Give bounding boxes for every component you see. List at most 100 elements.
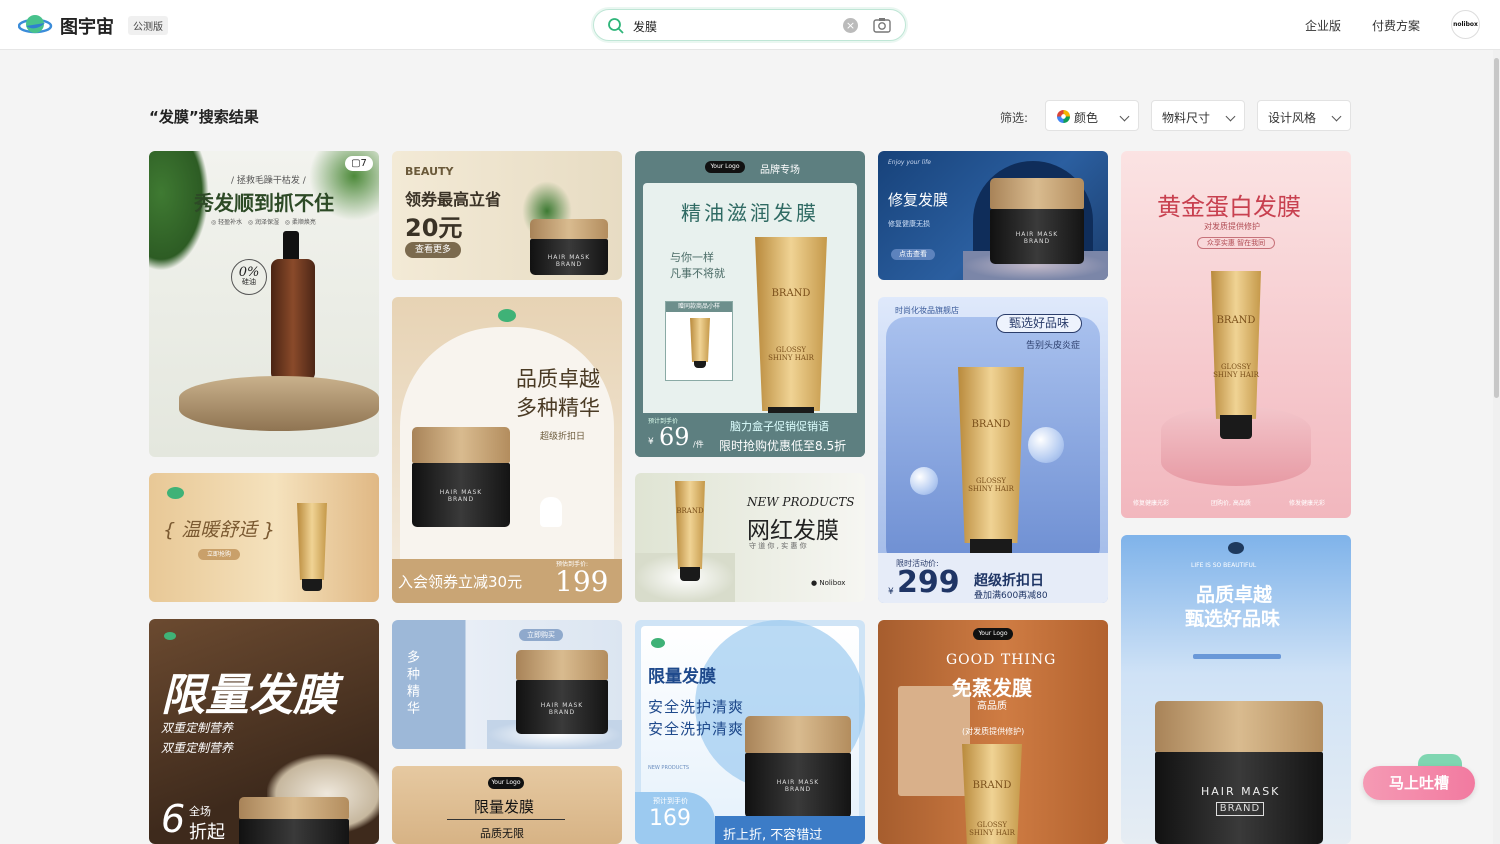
card-discount: 6 bbox=[161, 797, 186, 841]
page-count-badge: ▢7 bbox=[345, 156, 373, 171]
card-price: 20元 bbox=[405, 214, 463, 242]
template-card[interactable]: ▢7 / 拯救毛躁干枯发 / 秀发顺到抓不住 ◎ 轻盈补水 ◎ 润泽保湿 ◎ 柔… bbox=[149, 151, 379, 457]
planet-logo-icon[interactable] bbox=[18, 12, 54, 38]
product-tube: BRAND bbox=[675, 481, 705, 581]
card-title: 限量发膜 bbox=[648, 667, 716, 687]
template-card[interactable]: 多种精华 立即购买 HAIR MASK BRAND bbox=[392, 620, 622, 749]
card-tag: / 拯救毛躁干枯发 / bbox=[231, 176, 306, 186]
color-wheel-icon bbox=[1057, 110, 1070, 123]
jar-label: HAIR MASK bbox=[1201, 785, 1281, 798]
card-en: GOOD THING bbox=[946, 652, 1057, 668]
vase-decoration bbox=[540, 497, 562, 527]
nav-pricing[interactable]: 付费方案 bbox=[1372, 17, 1420, 34]
card-logo: Your Logo bbox=[705, 161, 745, 173]
card-subtitle: 修复健康无损 bbox=[888, 220, 930, 228]
template-card[interactable]: 限量发膜 双重定制营养 双重定制营养 6 全场 折起 bbox=[149, 619, 379, 844]
card-note: (对发质提供修护) bbox=[962, 727, 1025, 736]
card-logo: Your Logo bbox=[488, 777, 524, 789]
feedback-button[interactable]: 马上吐槽 bbox=[1363, 766, 1475, 800]
card-deal-sub: 叠加满600再减80 bbox=[974, 591, 1048, 601]
card-promo: 脑力盒子促销促销语 bbox=[730, 420, 829, 433]
avatar[interactable]: nolibox bbox=[1451, 10, 1480, 39]
card-vertical-title: 多种精华 bbox=[404, 650, 419, 718]
template-card[interactable]: 限量发膜 安全洗护清爽 安全洗护清爽 NEW PRODUCTS HAIR MAS… bbox=[635, 620, 865, 844]
card-features: ◎ 轻盈补水 ◎ 润泽保湿 ◎ 柔顺焕亮 bbox=[211, 219, 316, 226]
card-title: 限量发膜 bbox=[474, 798, 535, 816]
card-subtitle: 安全洗护清爽 bbox=[648, 720, 745, 738]
product-tube bbox=[297, 503, 327, 591]
product-tube: BRAND GLOSSY SHINY HAIR bbox=[755, 237, 827, 435]
card-promo: 入会领券立减30元 bbox=[398, 573, 523, 591]
template-card[interactable]: 品质卓越 多种精华 超级折扣日 HAIR MASK BRAND 入会领券立减30元… bbox=[392, 297, 622, 603]
card-title: 秀发顺到抓不住 bbox=[194, 191, 334, 215]
card-subtitle: 凡事不将就 bbox=[670, 267, 725, 280]
buy-button: 立即抢购 bbox=[198, 549, 240, 560]
camera-icon[interactable] bbox=[873, 17, 891, 33]
card-price: 199 bbox=[555, 565, 609, 598]
filter-color-dropdown[interactable]: 颜色 bbox=[1045, 100, 1139, 131]
stone-pedestal bbox=[179, 376, 379, 431]
card-price: 69 bbox=[659, 423, 690, 451]
card-title: 精油滋润发膜 bbox=[681, 201, 819, 225]
price-label: 预计到手价 bbox=[653, 797, 688, 805]
card-subtitle: 高品质 bbox=[977, 701, 1007, 712]
buy-button: 立即购买 bbox=[519, 629, 563, 641]
planet-logo-icon bbox=[651, 638, 665, 648]
planet-logo-icon bbox=[1228, 542, 1244, 554]
template-card[interactable]: BRAND NEW PRODUCTS 网红发膜 守 道 你 , 实 惠 你 ● … bbox=[635, 473, 865, 602]
card-title: 品质卓越 bbox=[1196, 584, 1273, 606]
brand-name[interactable]: 图宇宙 bbox=[60, 13, 114, 39]
product-tube: BRAND GLOSSY SHINY HAIR bbox=[1211, 271, 1261, 439]
card-tag: 品牌专场 bbox=[760, 165, 800, 176]
jar-label: HAIR MASK BRAND bbox=[547, 253, 591, 268]
jar-brand-label: BRAND bbox=[1216, 802, 1264, 816]
template-card[interactable]: Enjoy your life 修复发膜 修复健康无损 点击查看 HAIR MA… bbox=[878, 151, 1108, 280]
filter-label: 筛选: bbox=[1000, 111, 1029, 125]
template-card[interactable]: Your Logo 品牌专场 精油滋润发膜 与你一样 凡事不将就 赠同款商品小样… bbox=[635, 151, 865, 457]
planet-logo-icon bbox=[167, 487, 184, 499]
card-subtitle: 安全洗护清爽 bbox=[648, 698, 745, 716]
pump-icon bbox=[283, 231, 299, 259]
search-box[interactable]: 发膜 × bbox=[593, 9, 906, 41]
filter-size-dropdown[interactable]: 物料尺寸 bbox=[1151, 100, 1245, 131]
template-card[interactable]: LIFE IS SO BEAUTIFUL 品质卓越 甄选好品味 HAIR MAS… bbox=[1121, 535, 1351, 844]
planet-logo-icon bbox=[498, 309, 516, 322]
card-title: 限量发膜 bbox=[161, 670, 337, 721]
card-title: 修复发膜 bbox=[888, 191, 949, 209]
chevron-down-icon bbox=[1225, 111, 1236, 122]
card-deal: 超级折扣日 bbox=[540, 432, 586, 442]
card-subtitle: 双重定制营养 bbox=[161, 741, 234, 755]
scrollbar-thumb[interactable] bbox=[1494, 58, 1499, 398]
filter-color-label: 颜色 bbox=[1074, 111, 1099, 125]
silicone-free-badge: 0% 硅油 bbox=[231, 259, 267, 295]
search-input[interactable]: 发膜 bbox=[633, 18, 657, 35]
sample-box: 赠同款商品小样 bbox=[665, 301, 733, 381]
view-button: 点击查看 bbox=[891, 249, 935, 260]
search-icon[interactable] bbox=[607, 17, 625, 35]
planet-logo-icon bbox=[164, 632, 176, 640]
template-card[interactable]: { 温暖舒适 } 立即抢购 bbox=[149, 473, 379, 602]
template-card[interactable]: 时尚化妆品旗舰店 甄选好品味 告别头皮炎症 BRAND GLOSSY SHINY H… bbox=[878, 297, 1108, 603]
product-tube: BRAND GLOSSY SHINY HAIR bbox=[958, 367, 1024, 567]
template-card[interactable]: Your Logo 限量发膜 品质无限 bbox=[392, 766, 622, 844]
card-deal: 超级折扣日 bbox=[974, 573, 1044, 589]
chevron-down-icon bbox=[1331, 111, 1342, 122]
card-subtitle: 守 道 你 , 实 惠 你 bbox=[749, 542, 807, 550]
template-card[interactable]: Your Logo GOOD THING 免蒸发膜 高品质 (对发质提供修护) … bbox=[878, 620, 1108, 844]
card-title: 甄选好品味 bbox=[1185, 608, 1281, 630]
card-price: 299 bbox=[897, 565, 960, 600]
scrollbar[interactable] bbox=[1493, 50, 1500, 844]
nav-enterprise[interactable]: 企业版 bbox=[1305, 17, 1341, 34]
template-card[interactable]: BEAUTY 领券最高立省 20元 查看更多 HAIR MASK BRAND bbox=[392, 151, 622, 280]
card-logo: Your Logo bbox=[973, 628, 1013, 640]
bubble-decoration bbox=[1028, 427, 1064, 463]
card-pill: 甄选好品味 bbox=[996, 314, 1082, 333]
beta-badge: 公测版 bbox=[128, 16, 168, 35]
card-en: NEW PRODUCTS bbox=[747, 495, 855, 509]
card-subtitle: 与你一样 bbox=[670, 251, 714, 264]
template-card[interactable]: 黄金蛋白发膜 对发质提供修护 众享实惠 智在我同 BRAND GLOSSY SHIN… bbox=[1121, 151, 1351, 518]
filter-style-dropdown[interactable]: 设计风格 bbox=[1257, 100, 1351, 131]
filter-style-label: 设计风格 bbox=[1268, 111, 1317, 125]
clear-icon[interactable]: × bbox=[843, 18, 858, 33]
card-title: 品质卓越 bbox=[516, 367, 600, 391]
